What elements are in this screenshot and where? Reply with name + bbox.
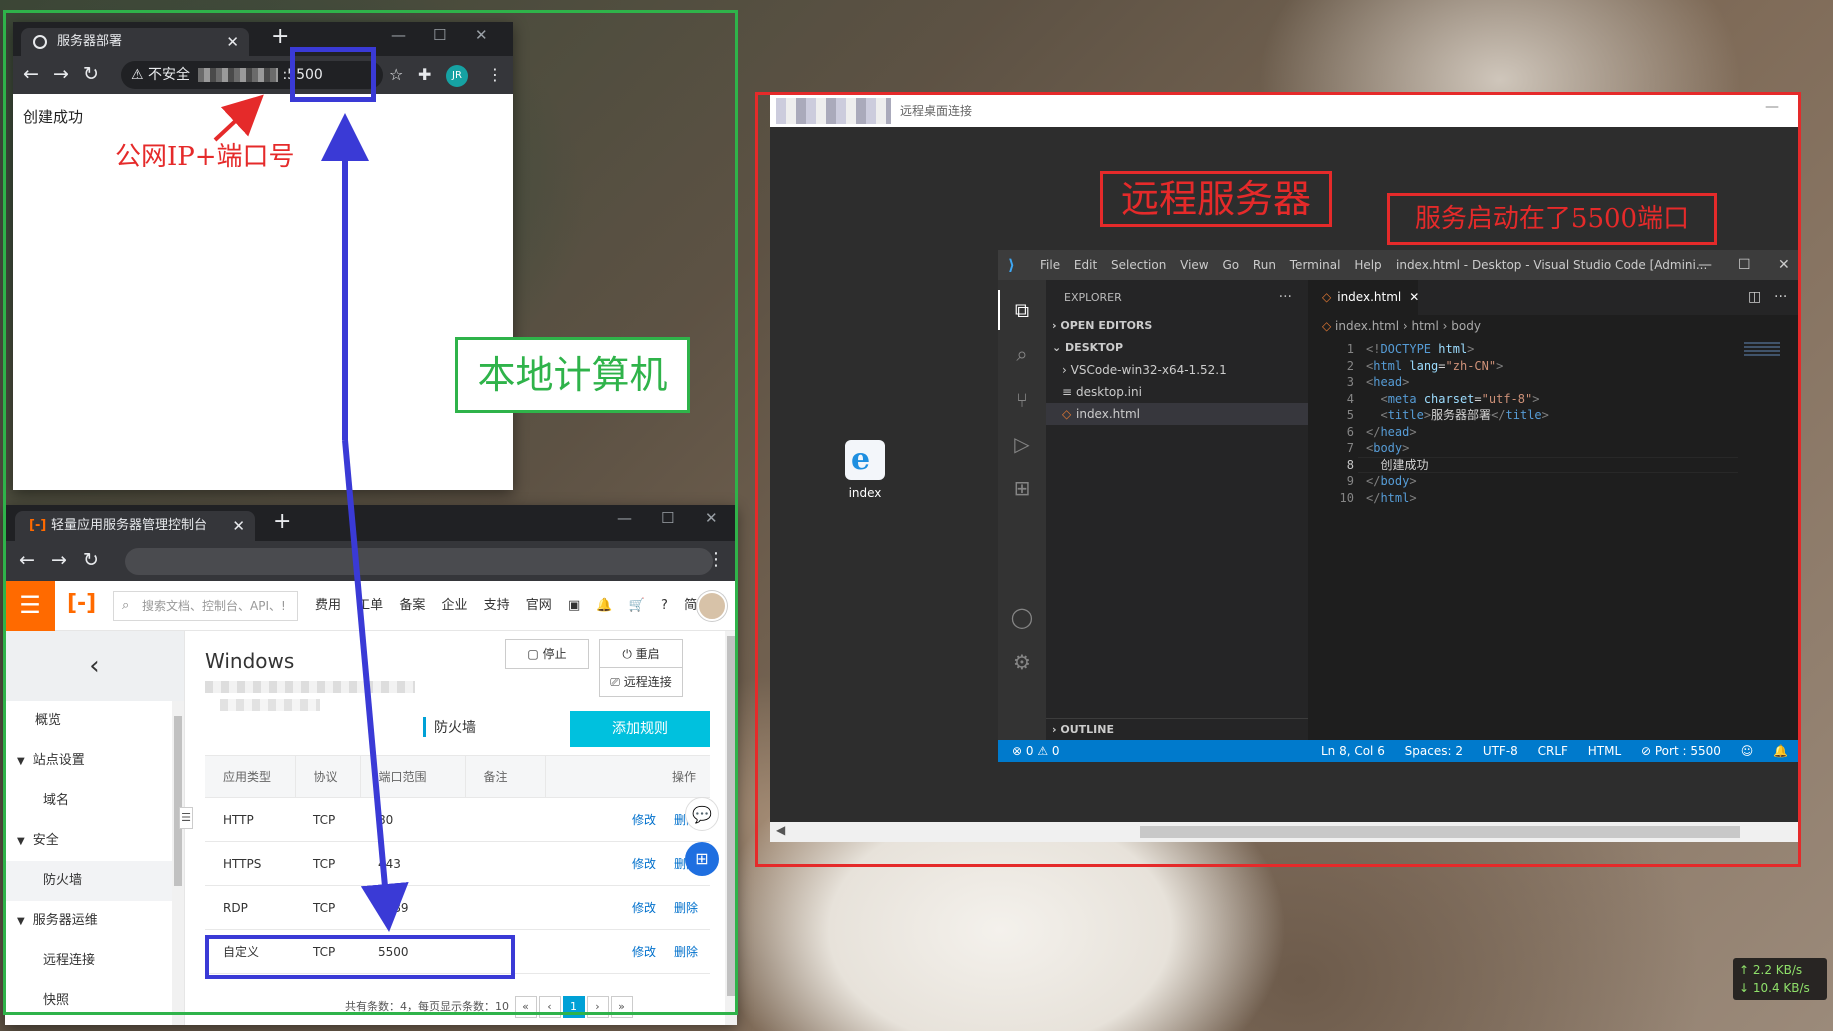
download-speed: ↓ 10.4 KB/s (1739, 981, 1810, 995)
blue-arrow-down (342, 439, 409, 932)
upload-speed: ↑ 2.2 KB/s (1739, 963, 1803, 977)
annotation-arrows (213, 94, 409, 932)
red-arrow (213, 94, 264, 142)
network-speed-widget: ↑ 2.2 KB/s ↓ 10.4 KB/s (1733, 958, 1827, 1000)
